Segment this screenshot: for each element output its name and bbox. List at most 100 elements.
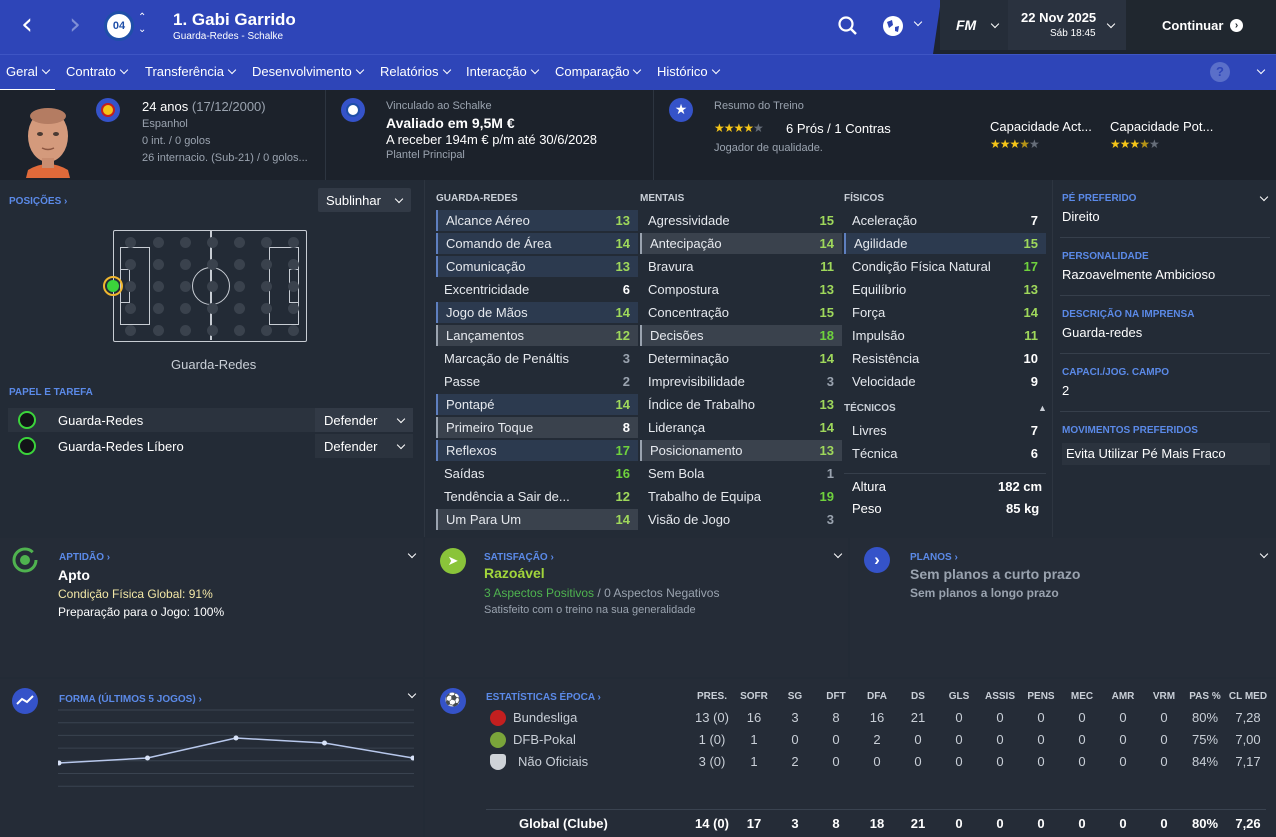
tab-relatorios[interactable]: Relatórios — [380, 64, 451, 79]
season-stats-link[interactable]: ESTATÍSTICAS ÉPOCA › — [486, 692, 601, 703]
fitness-link[interactable]: APTIDÃO › — [59, 552, 110, 563]
duty-dropdown[interactable]: Defender — [315, 408, 413, 432]
attribute-row[interactable]: Condição Física Natural 17 — [844, 256, 1046, 277]
positive-aspects[interactable]: 3 Aspectos Positivos — [484, 586, 594, 600]
stats-column-header[interactable]: AMR — [1103, 691, 1143, 702]
tab-comparacao[interactable]: Comparação — [555, 64, 642, 79]
attribute-row[interactable]: Bravura 11 — [640, 256, 842, 277]
positions-link[interactable]: POSIÇÕES › — [9, 196, 67, 207]
continue-button[interactable]: Continuar › — [1126, 0, 1276, 50]
long-term-plans: Sem planos a longo prazo — [910, 586, 1059, 600]
attribute-row[interactable]: Trabalho de Equipa 19 — [640, 486, 842, 507]
stats-column-header[interactable]: VRM — [1144, 691, 1184, 702]
form-collapse-chevron-icon[interactable] — [404, 688, 417, 703]
attribute-row[interactable]: Força 14 — [844, 302, 1046, 323]
attribute-row[interactable]: Técnica 6 — [844, 443, 1046, 464]
stats-column-header[interactable]: SG — [775, 691, 815, 702]
forward-arrow-icon[interactable]: › — [60, 10, 90, 42]
attribute-row[interactable]: Alcance Aéreo 13 — [436, 210, 638, 231]
plans-link[interactable]: PLANOS › — [910, 552, 958, 563]
attribute-row[interactable]: Índice de Trabalho 13 — [640, 394, 842, 415]
stats-column-header[interactable]: CL MED — [1228, 691, 1268, 702]
form-point[interactable] — [322, 740, 327, 746]
attribute-row[interactable]: Liderança 14 — [640, 417, 842, 438]
search-icon[interactable] — [838, 16, 858, 36]
attribute-row[interactable]: Decisões 18 — [640, 325, 842, 346]
form-point[interactable] — [410, 755, 415, 761]
role-row[interactable]: Guarda-Redes Líbero Defender — [8, 434, 413, 458]
attribute-row[interactable]: Livres 7 — [844, 420, 1046, 441]
attribute-row[interactable]: Lançamentos 12 — [436, 325, 638, 346]
collapse-up-icon[interactable]: ▲ — [1038, 403, 1047, 413]
tab-interaccao[interactable]: Interacção — [466, 64, 539, 79]
stats-column-header[interactable]: DS — [898, 691, 938, 702]
attribute-row[interactable]: Pontapé 14 — [436, 394, 638, 415]
attribute-row[interactable]: Excentricidade 6 — [436, 279, 638, 300]
stats-column-header[interactable]: MEC — [1062, 691, 1102, 702]
tab-transferencia[interactable]: Transferência — [145, 64, 237, 79]
attribute-row[interactable]: Comando de Área 14 — [436, 233, 638, 254]
date-button[interactable]: 22 Nov 2025 Sáb 18:45 — [1008, 0, 1126, 50]
competition-name[interactable]: DFB-Pokal — [513, 732, 576, 747]
highlight-dropdown[interactable]: Sublinhar — [318, 188, 411, 212]
attribute-row[interactable]: Velocidade 9 — [844, 371, 1046, 392]
stats-column-header[interactable]: ASSIS — [980, 691, 1020, 702]
duty-dropdown[interactable]: Defender — [315, 434, 413, 458]
stats-column-header[interactable]: SOFR — [734, 691, 774, 702]
attribute-row[interactable]: Equilíbrio 13 — [844, 279, 1046, 300]
stats-column-header[interactable]: DFT — [816, 691, 856, 702]
form-point[interactable] — [145, 755, 150, 761]
attribute-row[interactable]: Determinação 14 — [640, 348, 842, 369]
attribute-row[interactable]: Comunicação 13 — [436, 256, 638, 277]
tabs-expand-chevron-icon[interactable] — [1253, 64, 1266, 79]
plans-collapse-chevron-icon[interactable] — [1256, 548, 1269, 563]
stats-column-header[interactable]: PAS % — [1185, 691, 1225, 702]
competition-name[interactable]: Bundesliga — [513, 710, 577, 725]
role-row[interactable]: Guarda-Redes Defender — [8, 408, 413, 432]
contract-badge — [341, 98, 365, 122]
tab-historico[interactable]: Histórico — [657, 64, 720, 79]
negative-aspects[interactable]: 0 Aspectos Negativos — [604, 586, 719, 600]
globe-icon[interactable] — [881, 14, 905, 38]
tab-geral[interactable]: Geral — [0, 64, 55, 92]
attribute-row[interactable]: Posicionamento 13 — [640, 440, 842, 461]
attribute-row[interactable]: Compostura 13 — [640, 279, 842, 300]
attribute-row[interactable]: Primeiro Toque 8 — [436, 417, 638, 438]
attribute-row[interactable]: Aceleração 7 — [844, 210, 1046, 231]
stats-column-header[interactable]: GLS — [939, 691, 979, 702]
stats-column-header[interactable]: PRES. — [692, 691, 732, 702]
stats-column-header[interactable]: DFA — [857, 691, 897, 702]
competition-name[interactable]: Não Oficiais — [518, 754, 588, 769]
attribute-row[interactable]: Sem Bola 1 — [640, 463, 842, 484]
form-point[interactable] — [233, 735, 239, 741]
player-switch-icon[interactable]: ⌃ ⌄ — [138, 12, 146, 36]
attribute-row[interactable]: Jogo de Mãos 14 — [436, 302, 638, 323]
attribute-row[interactable]: Concentração 15 — [640, 302, 842, 323]
fitness-collapse-chevron-icon[interactable] — [404, 548, 417, 563]
attribute-row[interactable]: Imprevisibilidade 3 — [640, 371, 842, 392]
tab-desenvolvimento[interactable]: Desenvolvimento — [252, 64, 364, 79]
info-collapse-chevron-icon[interactable] — [1256, 191, 1269, 206]
attribute-row[interactable]: Antecipação 14 — [640, 233, 842, 254]
help-icon[interactable]: ? — [1210, 62, 1230, 82]
attribute-row[interactable]: Passe 2 — [436, 371, 638, 392]
attribute-row[interactable]: Saídas 16 — [436, 463, 638, 484]
attribute-row[interactable]: Impulsão 11 — [844, 325, 1046, 346]
attribute-row[interactable]: Resistência 10 — [844, 348, 1046, 369]
attribute-row[interactable]: Visão de Jogo 3 — [640, 509, 842, 530]
attribute-row[interactable]: Agressividade 15 — [640, 210, 842, 231]
attribute-row[interactable]: Um Para Um 14 — [436, 509, 638, 530]
attribute-row[interactable]: Tendência a Sair de... 12 — [436, 486, 638, 507]
globe-chevron-icon[interactable] — [910, 16, 923, 31]
back-arrow-icon[interactable]: ‹ — [12, 10, 42, 42]
satisfaction-link[interactable]: SATISFAÇÃO › — [484, 552, 554, 563]
dob-value: (17/12/2000) — [191, 99, 266, 114]
stats-column-header[interactable]: PENS — [1021, 691, 1061, 702]
attribute-row[interactable]: Agilidade 15 — [844, 233, 1046, 254]
attribute-row[interactable]: Reflexos 17 — [436, 440, 638, 461]
attribute-row[interactable]: Marcação de Penáltis 3 — [436, 348, 638, 369]
satisfaction-collapse-chevron-icon[interactable] — [830, 548, 843, 563]
form-link[interactable]: FORMA (ÚLTIMOS 5 JOGOS) › — [59, 694, 202, 705]
fm-menu-button[interactable]: FM — [940, 0, 1008, 50]
tab-contrato[interactable]: Contrato — [66, 64, 129, 79]
